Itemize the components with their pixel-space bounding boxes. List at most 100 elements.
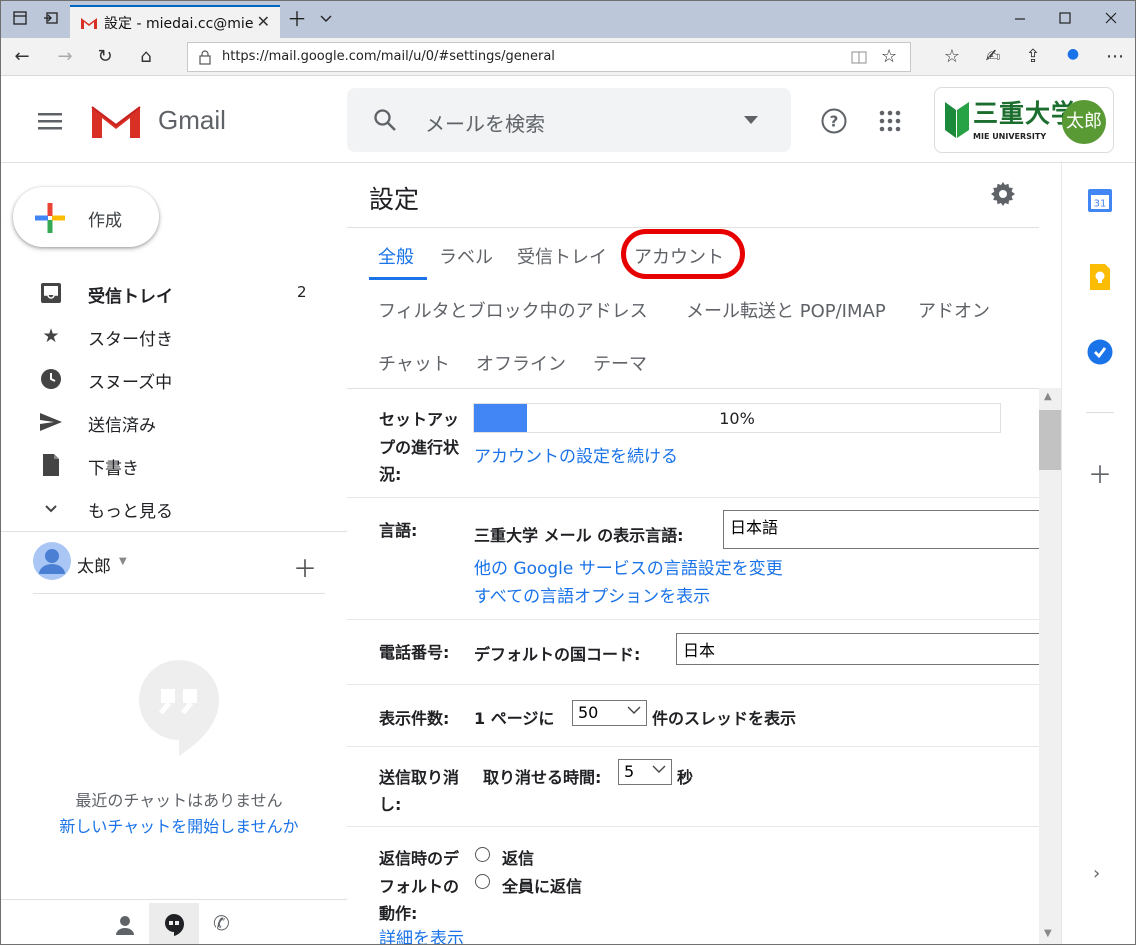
search-options-icon[interactable] [744, 116, 758, 124]
search-input[interactable]: メールを検索 [425, 108, 545, 137]
row-divider [347, 746, 1039, 747]
user-dropdown-icon[interactable]: ▼ [119, 556, 127, 567]
display-language-label: 三重大学 メール の表示言語: [474, 526, 684, 545]
tab-labels[interactable]: ラベル [439, 243, 493, 269]
share-icon[interactable]: ⇪ [1022, 46, 1044, 67]
tab-forwarding-pop-imap[interactable]: メール転送と POP/IMAP [686, 297, 886, 323]
apps-grid-icon[interactable] [879, 110, 901, 132]
user-avatar-icon[interactable] [33, 542, 71, 580]
language-label: 言語: [379, 521, 418, 540]
keep-icon[interactable] [1088, 264, 1112, 290]
display-language-select[interactable]: 日本語 [723, 510, 1053, 549]
expand-panel-chevron-icon[interactable]: › [1093, 863, 1100, 884]
tab-general[interactable]: 全般 [378, 243, 414, 269]
settings-panel: 設定 全般 ラベル 受信トレイ アカウント フィルタとブロック中のアドレス メー… [347, 163, 1061, 944]
sidebar-item-inbox[interactable]: 受信トレイ 2 [1, 271, 347, 314]
tab-offline[interactable]: オフライン [476, 350, 566, 376]
minimize-icon[interactable] [1011, 10, 1029, 28]
country-code-label: デフォルトの国コード: [474, 645, 641, 664]
phone-call-icon[interactable]: ✆ [213, 911, 230, 935]
reply-all-radio[interactable] [475, 874, 490, 889]
extension-icon[interactable]: ● [1062, 46, 1084, 62]
undo-send-select[interactable]: 5 [618, 759, 672, 785]
avatar[interactable]: 太郎 [1062, 100, 1106, 144]
more-menu-icon[interactable]: ⋯ [1104, 46, 1126, 67]
sidebar-item-label: スター付き [88, 330, 173, 350]
reply-radio[interactable] [475, 847, 490, 862]
browser-window: 設定 - miedai.cc@mie-u ✕ ＋ ← → ↻ ⌂ https:/… [0, 0, 1136, 945]
compose-plus-icon [35, 203, 65, 233]
change-google-language-link[interactable]: 他の Google サービスの言語設定を変更 [474, 554, 783, 579]
side-panel-rail: 31 ＋ › [1061, 163, 1135, 944]
reply-all-option-label: 全員に返信 [502, 877, 583, 896]
tasks-icon[interactable] [1087, 339, 1113, 365]
add-chat-icon[interactable]: ＋ [293, 549, 317, 584]
account-badge[interactable]: 三重大学 MIE UNIVERSITY 太郎 [934, 87, 1114, 153]
inbox-icon [41, 283, 61, 303]
search-icon[interactable] [373, 108, 397, 132]
title-divider [347, 227, 1039, 228]
get-addons-plus-icon[interactable]: ＋ [1088, 455, 1112, 490]
window-close-icon[interactable] [1102, 10, 1120, 28]
sidebar-item-drafts[interactable]: 下書き [1, 443, 347, 486]
tab-addons[interactable]: アドオン [918, 297, 990, 323]
sidebar-item-more[interactable]: もっと見る [1, 486, 347, 529]
browser-tab-active[interactable]: 設定 - miedai.cc@mie-u ✕ [70, 5, 280, 38]
mie-university-logo-icon [945, 102, 969, 138]
row-divider [347, 619, 1039, 620]
favorites-list-icon[interactable]: ☆ [941, 46, 963, 67]
chevron-down-icon [627, 704, 641, 718]
sidebar-item-label: 受信トレイ [88, 287, 173, 307]
set-aside-tabs-icon[interactable] [42, 10, 60, 28]
start-chat-link[interactable]: 新しいチャットを開始しませんか [1, 813, 357, 837]
sidebar-item-label: もっと見る [88, 502, 173, 522]
maximize-icon[interactable] [1056, 10, 1074, 28]
gear-icon[interactable] [991, 182, 1015, 206]
settings-scrollbar[interactable]: ▲ ▼ [1039, 388, 1061, 944]
tab-filters[interactable]: フィルタとブロック中のアドレス [378, 297, 648, 323]
refresh-icon[interactable]: ↻ [94, 46, 116, 67]
undo-send-time-label: 取り消せる時間: [483, 768, 602, 787]
sidebar-item-snoozed[interactable]: スヌーズ中 [1, 357, 347, 400]
web-note-icon[interactable]: ✍ [982, 46, 1004, 67]
sidebar-item-sent[interactable]: 送信済み [1, 400, 347, 443]
tab-chat[interactable]: チャット [378, 350, 450, 376]
tab-list-chevron-icon[interactable] [317, 10, 335, 28]
page-size-select[interactable]: 50 [572, 700, 647, 726]
country-code-input[interactable]: 日本 [676, 633, 1056, 665]
all-language-options-link[interactable]: すべての言語オプションを表示 [474, 582, 710, 607]
calendar-icon[interactable]: 31 [1087, 187, 1113, 213]
continue-setup-link[interactable]: アカウントの設定を続ける [474, 442, 678, 467]
new-tab-icon[interactable]: ＋ [287, 9, 307, 29]
address-bar[interactable]: https://mail.google.com/mail/u/0/#settin… [187, 42, 911, 72]
page-title: 設定 [369, 185, 420, 214]
reading-view-icon[interactable] [851, 50, 867, 65]
main-menu-icon[interactable] [38, 111, 64, 131]
sidebar-item-starred[interactable]: ★ スター付き [1, 314, 347, 357]
reply-default-label-line1: 返信時のデ [379, 849, 460, 868]
forward-icon[interactable]: → [54, 46, 76, 67]
search-box[interactable]: メールを検索 [347, 88, 791, 152]
compose-button[interactable]: 作成 [13, 187, 159, 247]
hangouts-tab-selected[interactable] [149, 903, 199, 944]
scroll-up-icon[interactable]: ▲ [1044, 391, 1052, 402]
undo-send-unit: 秒 [677, 768, 694, 787]
undo-send-label-line2: し: [379, 795, 402, 814]
home-icon[interactable]: ⌂ [135, 46, 157, 67]
favorite-star-icon[interactable]: ☆ [881, 46, 897, 67]
help-icon[interactable]: ? [821, 108, 847, 134]
contacts-icon[interactable] [116, 915, 134, 935]
tabs-divider [347, 388, 1039, 389]
show-details-link[interactable]: 詳細を表示 [379, 924, 464, 944]
gmail-logo-icon[interactable] [90, 101, 142, 141]
setup-label-line2: プの進行状 [379, 438, 460, 457]
hangouts-user-name[interactable]: 太郎 [77, 552, 111, 577]
tab-themes[interactable]: テーマ [593, 350, 647, 376]
back-icon[interactable]: ← [11, 46, 33, 67]
scroll-down-icon[interactable]: ▼ [1044, 928, 1052, 939]
tab-inbox[interactable]: 受信トレイ [517, 243, 607, 269]
scrollbar-thumb[interactable] [1039, 410, 1061, 470]
close-tab-icon[interactable]: ✕ [257, 12, 270, 31]
draft-icon [43, 454, 59, 476]
tab-actions-icon[interactable] [11, 10, 29, 28]
